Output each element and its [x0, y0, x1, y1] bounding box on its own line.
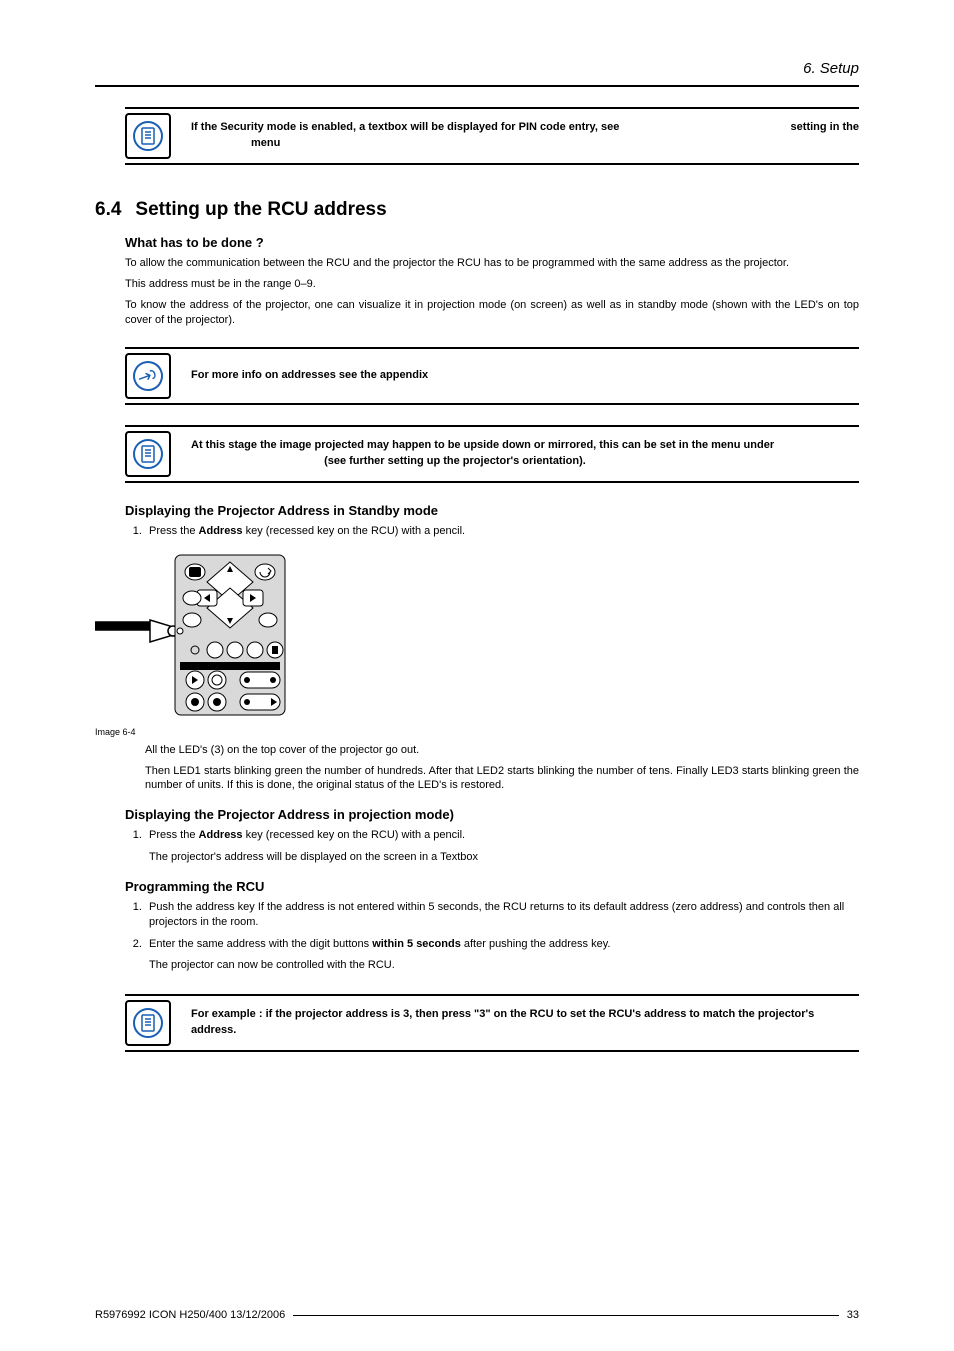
callout-text: If the Security mode is enabled, a textb… [191, 120, 859, 152]
note-icon [125, 1000, 171, 1046]
running-header: 6. Setup [95, 60, 859, 77]
footer-left: R5976992 ICON H250/400 13/12/2006 [95, 1309, 285, 1321]
section-title-text: Setting up the RCU address [135, 199, 386, 220]
heading-prog: Programming the RCU [125, 879, 859, 894]
section-number: 6.4 [95, 199, 121, 220]
callout-text: For example : if the projector address i… [191, 1007, 859, 1039]
note-icon [125, 113, 171, 159]
footer-rule [293, 1315, 839, 1316]
prog-steps: Push the address key If the address is n… [145, 900, 859, 974]
callout-example: For example : if the projector address i… [95, 994, 859, 1052]
header-rule [95, 85, 859, 87]
callout-appendix: For more info on addresses see the appen… [95, 347, 859, 405]
callout-text: For more info on addresses see the appen… [191, 368, 859, 384]
callout-security-pin: If the Security mode is enabled, a textb… [95, 107, 859, 165]
callout-bottom-rule [125, 163, 859, 165]
t: after pushing the address key. [461, 938, 611, 950]
callout-orientation: At this stage the image projected may ha… [95, 425, 859, 483]
disp-standby-after1: All the LED's (3) on the top cover of th… [145, 743, 859, 758]
disp-proj-steps: Press the Address key (recessed key on t… [145, 828, 859, 865]
t-bold: Address [199, 525, 243, 537]
heading-disp-standby: Displaying the Projector Address in Stan… [125, 503, 859, 518]
figure-remote [95, 550, 859, 723]
what-p3: To know the address of the projector, on… [125, 298, 859, 328]
disp-standby-steps: Press the Address key (recessed key on t… [145, 524, 859, 539]
t: Enter the same address with the digit bu… [149, 938, 372, 950]
figure-caption: Image 6-4 [95, 727, 859, 737]
what-p1: To allow the communication between the R… [125, 256, 859, 271]
prog-step1: Push the address key If the address is n… [145, 900, 859, 931]
note-icon [125, 431, 171, 477]
callout-text: At this stage the image projected may ha… [191, 438, 859, 470]
t: Press the [149, 829, 199, 841]
callout-text-a: If the Security mode is enabled, a textb… [191, 120, 619, 136]
disp-proj-step1-sub: The projector's address will be displaye… [149, 850, 859, 865]
callout-bottom-rule [125, 481, 859, 483]
remote-illustration [95, 550, 295, 720]
heading-disp-proj: Displaying the Projector Address in proj… [125, 807, 859, 822]
t-bold: within 5 seconds [372, 938, 461, 950]
callout3-a: At this stage the image projected may ha… [191, 439, 774, 451]
what-p2: This address must be in the range 0–9. [125, 277, 859, 292]
disp-standby-step1: Press the Address key (recessed key on t… [145, 524, 859, 539]
prog-step2-sub: The projector can now be controlled with… [149, 958, 859, 973]
disp-standby-after2: Then LED1 starts blinking green the numb… [145, 764, 859, 794]
footer-page-number: 33 [847, 1309, 859, 1321]
disp-proj-step1: Press the Address key (recessed key on t… [145, 828, 859, 865]
prog-step2: Enter the same address with the digit bu… [145, 937, 859, 974]
t: Press the [149, 525, 199, 537]
page-footer: R5976992 ICON H250/400 13/12/2006 33 [95, 1309, 859, 1321]
t: key (recessed key on the RCU) with a pen… [243, 525, 466, 537]
callout3-b: (see further setting up the projector's … [324, 455, 586, 467]
t: key (recessed key on the RCU) with a pen… [243, 829, 466, 841]
callout-bottom-rule [125, 403, 859, 405]
callout-bottom-rule [125, 1050, 859, 1052]
section-title: 6.4 Setting up the RCU address [95, 199, 859, 221]
callout-text-c: menu [251, 137, 280, 149]
pointer-icon [125, 353, 171, 399]
callout-text-b: setting in the [791, 120, 859, 136]
t-bold: Address [199, 829, 243, 841]
heading-what: What has to be done ? [125, 235, 859, 250]
